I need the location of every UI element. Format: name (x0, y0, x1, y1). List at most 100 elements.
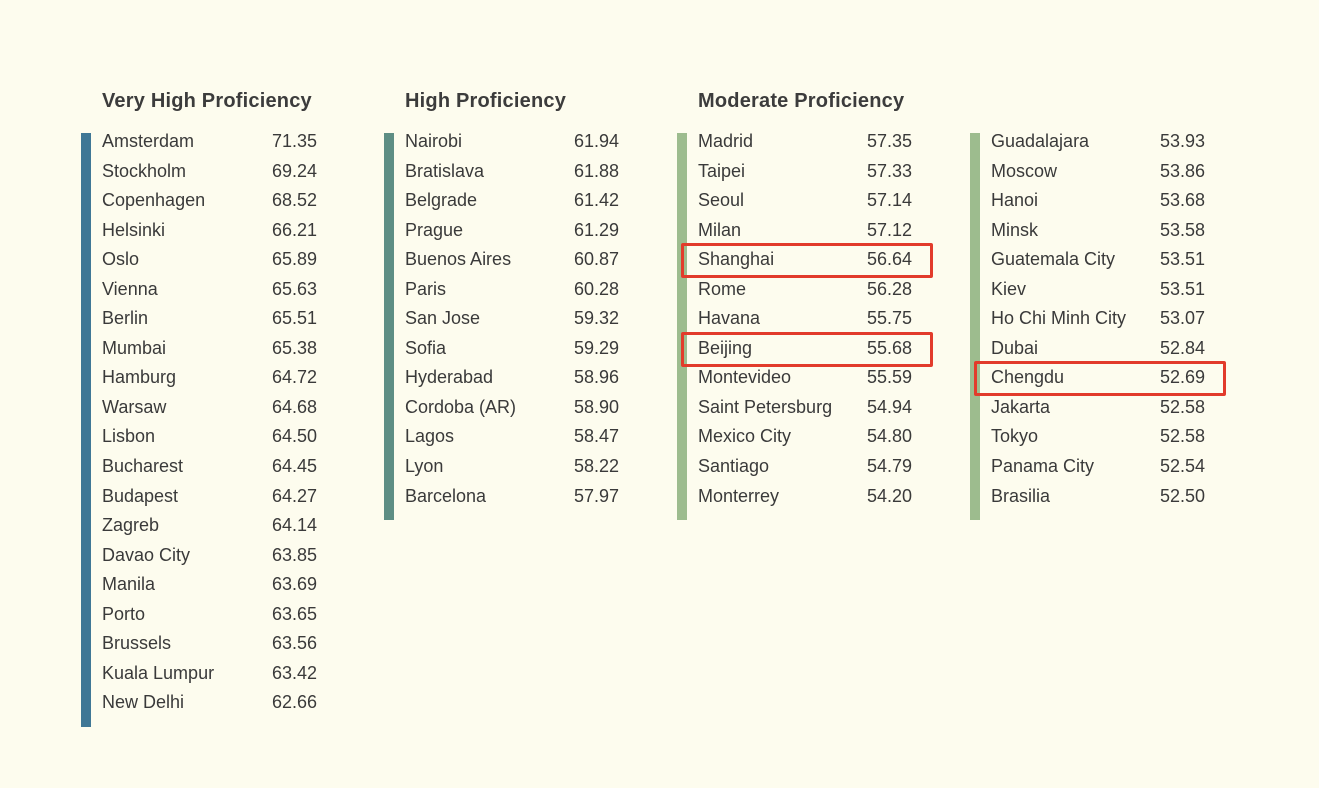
city-name: Monterrey (698, 485, 780, 506)
city-score: 53.68 (1159, 190, 1205, 211)
city-score: 61.88 (573, 160, 619, 181)
city-score: 63.56 (271, 633, 317, 654)
list-item: Minsk 53.58 (991, 219, 1205, 252)
high-color-bar (384, 133, 394, 521)
city-score: 57.35 (866, 131, 912, 151)
city-name: Helsinki (102, 219, 166, 240)
city-name: Brasilia (991, 485, 1051, 506)
list-item: Lyon 58.22 (405, 456, 619, 488)
city-name: Amsterdam (102, 131, 195, 151)
moderate-color-bar-right (970, 133, 980, 521)
city-name: Davao City (102, 544, 191, 565)
city-score: 58.47 (573, 426, 619, 447)
list-item: Hamburg 64.72 (102, 368, 317, 399)
list-item: Kiev 53.51 (991, 278, 1205, 311)
city-name: Belgrade (405, 190, 478, 211)
list-item: Bratislava 61.88 (405, 160, 619, 193)
heading-high-proficiency: High Proficiency (405, 90, 567, 112)
city-name: Mumbai (102, 337, 167, 358)
city-score: 53.51 (1159, 249, 1205, 270)
list-item: Hanoi 53.68 (991, 190, 1205, 222)
city-name: Milan (698, 219, 742, 240)
city-score: 66.21 (271, 219, 317, 240)
city-score: 57.14 (866, 190, 912, 211)
city-name: Lyon (405, 456, 444, 477)
city-name: Dubai (991, 337, 1039, 358)
list-item: Stockholm 69.24 (102, 160, 317, 193)
list-item: San Jose 59.32 (405, 308, 619, 340)
city-name: Seoul (698, 190, 745, 211)
list-item: Davao City 63.85 (102, 544, 317, 577)
city-score: 63.65 (271, 603, 317, 624)
city-name: Sofia (405, 337, 447, 358)
city-score: 52.84 (1159, 337, 1205, 358)
city-score: 52.69 (1159, 367, 1205, 388)
city-name: Berlin (102, 308, 149, 329)
list-item: Rome 56.28 (698, 280, 912, 311)
city-score: 54.79 (866, 456, 912, 477)
city-score: 57.97 (573, 485, 619, 506)
list-item: Ho Chi Minh City 53.07 (991, 309, 1205, 340)
city-score: 52.54 (1159, 456, 1205, 477)
city-score: 53.58 (1159, 219, 1205, 240)
city-name: Stockholm (102, 160, 187, 181)
list-item: Brasilia 52.50 (991, 485, 1205, 518)
city-score: 55.59 (866, 367, 912, 388)
city-name: Vienna (102, 278, 158, 299)
list-item: Monterrey 54.20 (698, 485, 912, 518)
city-score: 58.96 (573, 367, 619, 388)
list-item: Lagos 58.47 (405, 426, 619, 458)
list-item: Amsterdam 71.35 (102, 131, 317, 163)
city-score: 57.12 (866, 219, 912, 240)
city-name: Warsaw (102, 396, 167, 417)
city-name: Guatemala City (991, 249, 1116, 270)
list-item: New Delhi 62.66 (102, 692, 317, 724)
list-item: Manila 63.69 (102, 574, 317, 606)
list-item: Porto 63.65 (102, 603, 317, 636)
city-name: Havana (698, 308, 761, 329)
city-name: Brussels (102, 633, 172, 654)
list-item: Buenos Aires 60.87 (405, 249, 619, 281)
list-item: Tokyo 52.58 (991, 426, 1205, 458)
city-name: Kiev (991, 278, 1027, 299)
city-name: Moscow (991, 160, 1058, 181)
city-score: 52.58 (1159, 426, 1205, 447)
city-score: 53.51 (1159, 278, 1205, 299)
city-score: 62.66 (271, 692, 317, 713)
city-score: 61.42 (573, 190, 619, 211)
city-name: San Jose (405, 308, 481, 329)
city-score: 54.80 (866, 426, 912, 447)
city-name: Manila (102, 574, 156, 595)
city-name: Beijing (698, 337, 753, 358)
city-score: 64.27 (271, 485, 317, 506)
list-item: Mumbai 65.38 (102, 337, 317, 370)
city-score: 56.64 (866, 249, 912, 270)
city-score: 63.69 (271, 574, 317, 595)
city-name: Kuala Lumpur (102, 662, 215, 683)
list-item: Guatemala City 53.51 (991, 249, 1205, 281)
list-item: Beijing 55.68 (698, 337, 912, 370)
list-item: Helsinki 66.21 (102, 219, 317, 252)
list-item: Montevideo 55.59 (698, 367, 912, 399)
city-name: Chengdu (991, 367, 1065, 388)
city-score: 52.50 (1159, 485, 1205, 506)
city-name: Hanoi (991, 190, 1039, 211)
city-score: 64.14 (271, 515, 317, 536)
city-name: Mexico City (698, 426, 792, 447)
list-item: Copenhagen 68.52 (102, 190, 317, 222)
city-name: Saint Petersburg (698, 396, 833, 417)
list-item: Prague 61.29 (405, 219, 619, 252)
city-name: Porto (102, 603, 146, 624)
list-item: Zagreb 64.14 (102, 515, 317, 547)
city-score: 53.93 (1159, 131, 1205, 151)
list-item: Madrid 57.35 (698, 131, 912, 163)
city-name: Guadalajara (991, 131, 1090, 151)
city-score: 68.52 (271, 190, 317, 211)
city-name: Nairobi (405, 131, 463, 151)
city-score: 65.89 (271, 249, 317, 270)
city-score: 61.29 (573, 219, 619, 240)
city-score: 64.50 (271, 426, 317, 447)
list-item: Belgrade 61.42 (405, 190, 619, 222)
city-score: 60.87 (573, 249, 619, 270)
city-score: 54.94 (866, 396, 912, 417)
